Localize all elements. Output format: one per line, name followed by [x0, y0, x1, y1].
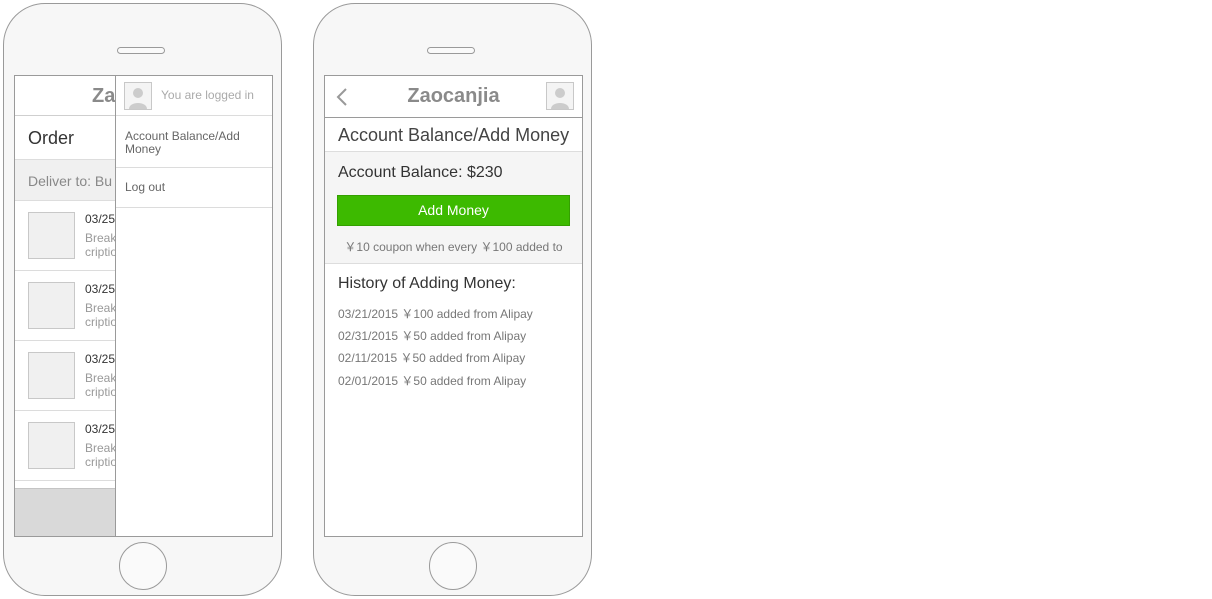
order-description-line2: criptio	[85, 455, 118, 469]
phone-screen-account-balance: Zaocanjia Account Balance/Add Money Acco…	[324, 75, 583, 537]
menu-item-log-out[interactable]: Log out	[116, 168, 272, 208]
phone-frame-account-balance: Zaocanjia Account Balance/Add Money Acco…	[313, 3, 592, 596]
order-thumbnail	[28, 352, 75, 399]
drawer-user-row: You are logged in	[116, 76, 272, 116]
order-description: Break criptio	[85, 441, 117, 469]
history-list-item: 02/11/2015 ￥50 added from Alipay	[338, 351, 526, 365]
history-section-title: History of Adding Money:	[338, 275, 516, 292]
user-avatar-icon[interactable]	[546, 82, 574, 110]
order-description: Break criptio	[85, 301, 117, 329]
history-list-item: 03/21/2015 ￥100 added from Alipay	[338, 307, 533, 321]
menu-item-account-balance[interactable]: Account Balance/Add Money	[116, 116, 272, 168]
app-title: Zaocanjia	[407, 85, 500, 107]
history-list-item: 02/01/2015 ￥50 added from Alipay	[338, 374, 527, 388]
order-description-line1: Break	[85, 301, 117, 315]
balance-panel: Account Balance: $230 Add Money ￥10 coup…	[325, 151, 582, 264]
order-description-line2: criptio	[85, 245, 118, 259]
order-description: Break criptio	[85, 371, 117, 399]
history-list-item: 02/31/2015 ￥50 added from Alipay	[338, 329, 527, 343]
menu-item-label: Account Balance/Add Money	[125, 129, 240, 156]
deliver-to-label: Deliver to: Bu	[28, 173, 113, 189]
order-thumbnail	[28, 212, 75, 259]
order-thumbnail	[28, 282, 75, 329]
phone-speaker	[427, 47, 475, 54]
order-description: Break criptio	[85, 231, 117, 259]
order-description-line1: Break	[85, 231, 117, 245]
add-money-button[interactable]: Add Money	[337, 195, 570, 226]
app-logo: Za	[92, 85, 116, 107]
phone-screen-order: Za Order Deliver to: Bu 03/25 Break crip…	[14, 75, 273, 537]
phone-home-button	[429, 542, 477, 590]
order-date: 03/25	[85, 352, 116, 366]
page-title-order: Order	[28, 128, 75, 148]
order-date: 03/25	[85, 422, 116, 436]
order-thumbnail	[28, 422, 75, 469]
order-description-line1: Break	[85, 371, 117, 385]
phone-speaker	[117, 47, 165, 54]
order-date: 03/25	[85, 282, 116, 296]
order-description-line2: criptio	[85, 385, 118, 399]
phone-home-button	[119, 542, 167, 590]
logged-in-status: You are logged in	[161, 88, 254, 102]
user-avatar-icon[interactable]	[124, 82, 152, 110]
account-balance-value: Account Balance: $230	[338, 164, 503, 181]
order-description-line1: Break	[85, 441, 117, 455]
phone-frame-order: Za Order Deliver to: Bu 03/25 Break crip…	[3, 3, 282, 596]
app-header: Zaocanjia	[325, 76, 582, 118]
order-date: 03/25	[85, 212, 116, 226]
menu-item-label: Log out	[125, 180, 166, 194]
order-description-line2: criptio	[85, 315, 118, 329]
coupon-note: ￥10 coupon when every ￥100 added to	[344, 240, 563, 254]
side-drawer-menu: You are logged in Account Balance/Add Mo…	[115, 76, 272, 536]
page-title: Account Balance/Add Money	[338, 125, 570, 145]
